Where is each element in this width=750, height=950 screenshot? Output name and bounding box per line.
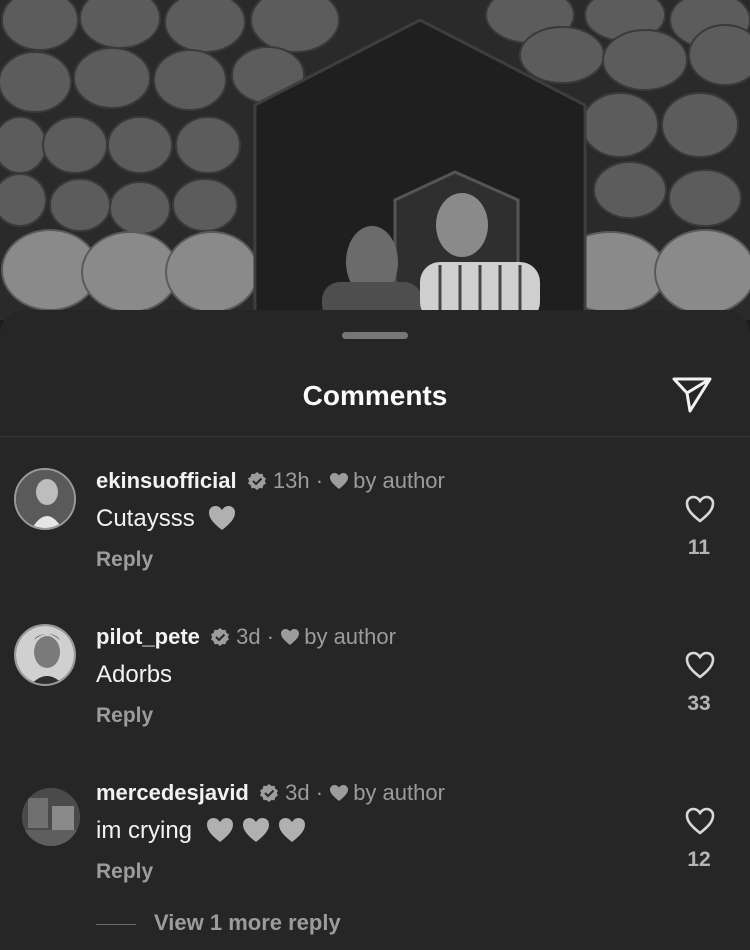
thread-line bbox=[96, 924, 136, 925]
comment-item: pilot_pete 3d · by author Adorbs Reply 3… bbox=[0, 624, 750, 764]
comment-meta: pilot_pete 3d · by author bbox=[96, 624, 396, 649]
avatar[interactable] bbox=[22, 788, 80, 846]
liked-by-label: by author bbox=[304, 624, 396, 649]
comment-time: 3d bbox=[236, 624, 261, 649]
sheet-title: Comments bbox=[302, 380, 448, 411]
username[interactable]: mercedesjavid bbox=[96, 780, 249, 805]
avatar[interactable] bbox=[14, 468, 76, 530]
grey-heart-emoji-icon bbox=[242, 818, 269, 842]
username[interactable]: ekinsuofficial bbox=[96, 468, 237, 493]
comment-item: ekinsuofficial 13h · by author Cutaysss … bbox=[0, 468, 750, 608]
heart-outline-icon bbox=[685, 651, 715, 679]
like-count: 12 bbox=[687, 848, 711, 871]
reply-button[interactable]: Reply bbox=[96, 548, 153, 572]
comment-time: 3d bbox=[285, 780, 310, 805]
header-divider bbox=[0, 436, 750, 437]
comment-text: Cutaysss bbox=[96, 505, 195, 532]
like-button[interactable] bbox=[684, 494, 716, 524]
paper-plane-icon bbox=[672, 377, 712, 413]
like-button[interactable] bbox=[684, 806, 716, 836]
heart-icon bbox=[330, 473, 349, 489]
comment-text-row: im crying bbox=[96, 816, 307, 846]
like-count: 33 bbox=[687, 692, 711, 715]
verified-badge-icon bbox=[211, 628, 230, 646]
heart-outline-icon bbox=[685, 807, 715, 835]
comments-sheet: Comments ekinsuofficial 13h · by author … bbox=[0, 310, 750, 950]
like-button[interactable] bbox=[684, 650, 716, 680]
comment-text: im crying bbox=[96, 817, 193, 844]
share-button[interactable] bbox=[670, 375, 714, 415]
comment-text-row: Adorbs bbox=[96, 660, 172, 690]
comment-item: mercedesjavid 3d · by author im crying R… bbox=[0, 780, 750, 920]
avatar[interactable] bbox=[14, 624, 76, 686]
like-count: 11 bbox=[687, 536, 711, 559]
grey-heart-emoji-icon bbox=[206, 818, 233, 842]
grey-heart-emoji-icon bbox=[278, 818, 305, 842]
comment-meta: ekinsuofficial 13h · by author bbox=[96, 468, 445, 493]
reply-button[interactable]: Reply bbox=[96, 860, 153, 884]
heart-outline-icon bbox=[685, 495, 715, 523]
view-more-replies-label: View 1 more reply bbox=[154, 910, 341, 935]
verified-badge-icon bbox=[247, 472, 266, 490]
verified-badge-icon bbox=[260, 784, 278, 802]
comment-time: 13h bbox=[272, 468, 310, 493]
post-photo bbox=[0, 0, 750, 320]
grey-heart-emoji-icon bbox=[209, 506, 236, 530]
comment-text: Adorbs bbox=[96, 661, 173, 688]
comment-text-row: Cutaysss bbox=[96, 504, 237, 534]
liked-by-label: by author bbox=[353, 780, 445, 805]
view-more-replies-button[interactable]: View 1 more reply bbox=[96, 910, 496, 940]
username[interactable]: pilot_pete bbox=[96, 624, 200, 649]
heart-icon bbox=[330, 785, 349, 801]
drag-handle[interactable] bbox=[342, 332, 408, 339]
heart-icon bbox=[281, 629, 300, 645]
comment-meta: mercedesjavid 3d · by author bbox=[96, 780, 445, 805]
reply-button[interactable]: Reply bbox=[96, 704, 153, 728]
liked-by-label: by author bbox=[353, 468, 445, 493]
